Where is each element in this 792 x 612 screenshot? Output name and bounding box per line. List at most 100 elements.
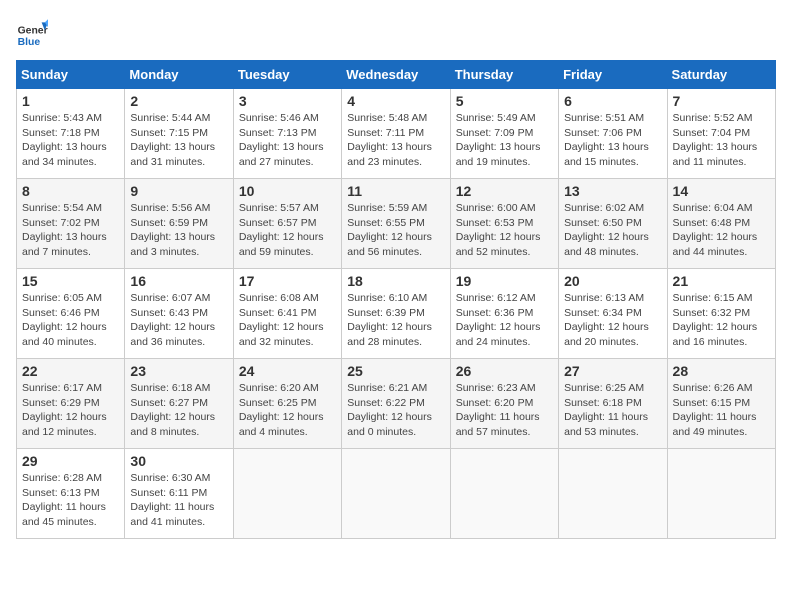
calendar-cell: 7 Sunrise: 5:52 AM Sunset: 7:04 PM Daylig… — [667, 89, 775, 179]
day-number: 24 — [239, 363, 336, 379]
calendar-cell: 17 Sunrise: 6:08 AM Sunset: 6:41 PM Dayli… — [233, 269, 341, 359]
col-header-sunday: Sunday — [17, 61, 125, 89]
day-info: Sunrise: 5:48 AM Sunset: 7:11 PM Dayligh… — [347, 111, 444, 170]
day-number: 15 — [22, 273, 119, 289]
day-info: Sunrise: 5:46 AM Sunset: 7:13 PM Dayligh… — [239, 111, 336, 170]
calendar-cell: 3 Sunrise: 5:46 AM Sunset: 7:13 PM Daylig… — [233, 89, 341, 179]
day-number: 20 — [564, 273, 661, 289]
calendar-cell: 29Sunrise: 6:28 AM Sunset: 6:13 PM Dayli… — [17, 449, 125, 539]
day-info: Sunrise: 6:00 AM Sunset: 6:53 PM Dayligh… — [456, 201, 553, 260]
day-info: Sunrise: 6:05 AM Sunset: 6:46 PM Dayligh… — [22, 291, 119, 350]
calendar-cell: 27 Sunrise: 6:25 AM Sunset: 6:18 PM Dayli… — [559, 359, 667, 449]
calendar-cell: 23 Sunrise: 6:18 AM Sunset: 6:27 PM Dayli… — [125, 359, 233, 449]
calendar-cell: 26 Sunrise: 6:23 AM Sunset: 6:20 PM Dayli… — [450, 359, 558, 449]
day-number: 7 — [673, 93, 770, 109]
day-info: Sunrise: 6:13 AM Sunset: 6:34 PM Dayligh… — [564, 291, 661, 350]
day-info: Sunrise: 5:49 AM Sunset: 7:09 PM Dayligh… — [456, 111, 553, 170]
col-header-tuesday: Tuesday — [233, 61, 341, 89]
calendar-cell: 5 Sunrise: 5:49 AM Sunset: 7:09 PM Daylig… — [450, 89, 558, 179]
day-number: 5 — [456, 93, 553, 109]
week-row-3: 15 Sunrise: 6:05 AM Sunset: 6:46 PM Dayli… — [17, 269, 776, 359]
day-info: Sunrise: 6:02 AM Sunset: 6:50 PM Dayligh… — [564, 201, 661, 260]
col-header-saturday: Saturday — [667, 61, 775, 89]
day-number: 16 — [130, 273, 227, 289]
day-number: 14 — [673, 183, 770, 199]
calendar-cell: 11 Sunrise: 5:59 AM Sunset: 6:55 PM Dayli… — [342, 179, 450, 269]
day-number: 30 — [130, 453, 227, 469]
week-row-4: 22 Sunrise: 6:17 AM Sunset: 6:29 PM Dayli… — [17, 359, 776, 449]
calendar-cell — [342, 449, 450, 539]
day-number: 18 — [347, 273, 444, 289]
col-header-wednesday: Wednesday — [342, 61, 450, 89]
day-info: Sunrise: 6:20 AM Sunset: 6:25 PM Dayligh… — [239, 381, 336, 440]
calendar-cell: 2 Sunrise: 5:44 AM Sunset: 7:15 PM Daylig… — [125, 89, 233, 179]
logo-icon: General Blue — [16, 16, 48, 48]
day-info: Sunrise: 6:28 AM Sunset: 6:13 PM Dayligh… — [22, 471, 119, 530]
calendar-cell: 28Sunrise: 6:26 AM Sunset: 6:15 PM Dayli… — [667, 359, 775, 449]
day-info: Sunrise: 5:43 AM Sunset: 7:18 PM Dayligh… — [22, 111, 119, 170]
week-row-2: 8 Sunrise: 5:54 AM Sunset: 7:02 PM Daylig… — [17, 179, 776, 269]
day-number: 23 — [130, 363, 227, 379]
day-info: Sunrise: 6:08 AM Sunset: 6:41 PM Dayligh… — [239, 291, 336, 350]
header-row: SundayMondayTuesdayWednesdayThursdayFrid… — [17, 61, 776, 89]
calendar-cell: 30 Sunrise: 6:30 AM Sunset: 6:11 PM Dayli… — [125, 449, 233, 539]
calendar-cell: 4 Sunrise: 5:48 AM Sunset: 7:11 PM Daylig… — [342, 89, 450, 179]
calendar-table: SundayMondayTuesdayWednesdayThursdayFrid… — [16, 60, 776, 539]
calendar-cell: 12Sunrise: 6:00 AM Sunset: 6:53 PM Dayli… — [450, 179, 558, 269]
day-number: 21 — [673, 273, 770, 289]
calendar-cell: 8 Sunrise: 5:54 AM Sunset: 7:02 PM Daylig… — [17, 179, 125, 269]
calendar-cell: 25Sunrise: 6:21 AM Sunset: 6:22 PM Dayli… — [342, 359, 450, 449]
day-info: Sunrise: 5:44 AM Sunset: 7:15 PM Dayligh… — [130, 111, 227, 170]
day-info: Sunrise: 6:15 AM Sunset: 6:32 PM Dayligh… — [673, 291, 770, 350]
day-info: Sunrise: 5:57 AM Sunset: 6:57 PM Dayligh… — [239, 201, 336, 260]
day-number: 1 — [22, 93, 119, 109]
day-number: 8 — [22, 183, 119, 199]
calendar-cell: 13 Sunrise: 6:02 AM Sunset: 6:50 PM Dayli… — [559, 179, 667, 269]
day-number: 10 — [239, 183, 336, 199]
day-number: 2 — [130, 93, 227, 109]
day-number: 3 — [239, 93, 336, 109]
calendar-cell: 10 Sunrise: 5:57 AM Sunset: 6:57 PM Dayli… — [233, 179, 341, 269]
day-info: Sunrise: 6:04 AM Sunset: 6:48 PM Dayligh… — [673, 201, 770, 260]
day-number: 9 — [130, 183, 227, 199]
col-header-monday: Monday — [125, 61, 233, 89]
calendar-cell: 9 Sunrise: 5:56 AM Sunset: 6:59 PM Daylig… — [125, 179, 233, 269]
day-number: 17 — [239, 273, 336, 289]
week-row-1: 1 Sunrise: 5:43 AM Sunset: 7:18 PM Daylig… — [17, 89, 776, 179]
day-number: 11 — [347, 183, 444, 199]
week-row-5: 29Sunrise: 6:28 AM Sunset: 6:13 PM Dayli… — [17, 449, 776, 539]
day-number: 4 — [347, 93, 444, 109]
day-info: Sunrise: 5:59 AM Sunset: 6:55 PM Dayligh… — [347, 201, 444, 260]
svg-text:General: General — [18, 26, 48, 37]
day-info: Sunrise: 6:18 AM Sunset: 6:27 PM Dayligh… — [130, 381, 227, 440]
day-info: Sunrise: 5:54 AM Sunset: 7:02 PM Dayligh… — [22, 201, 119, 260]
calendar-cell — [450, 449, 558, 539]
calendar-cell: 15 Sunrise: 6:05 AM Sunset: 6:46 PM Dayli… — [17, 269, 125, 359]
day-info: Sunrise: 6:26 AM Sunset: 6:15 PM Dayligh… — [673, 381, 770, 440]
calendar-cell: 6 Sunrise: 5:51 AM Sunset: 7:06 PM Daylig… — [559, 89, 667, 179]
day-number: 6 — [564, 93, 661, 109]
day-info: Sunrise: 6:07 AM Sunset: 6:43 PM Dayligh… — [130, 291, 227, 350]
calendar-cell: 19Sunrise: 6:12 AM Sunset: 6:36 PM Dayli… — [450, 269, 558, 359]
calendar-cell: 22 Sunrise: 6:17 AM Sunset: 6:29 PM Dayli… — [17, 359, 125, 449]
calendar-cell: 1 Sunrise: 5:43 AM Sunset: 7:18 PM Daylig… — [17, 89, 125, 179]
svg-text:Blue: Blue — [18, 37, 41, 48]
page-header: General Blue — [16, 16, 776, 48]
calendar-cell: 16 Sunrise: 6:07 AM Sunset: 6:43 PM Dayli… — [125, 269, 233, 359]
day-info: Sunrise: 5:52 AM Sunset: 7:04 PM Dayligh… — [673, 111, 770, 170]
day-number: 13 — [564, 183, 661, 199]
day-number: 25 — [347, 363, 444, 379]
logo: General Blue — [16, 16, 48, 48]
day-info: Sunrise: 5:51 AM Sunset: 7:06 PM Dayligh… — [564, 111, 661, 170]
day-info: Sunrise: 6:30 AM Sunset: 6:11 PM Dayligh… — [130, 471, 227, 530]
day-info: Sunrise: 6:12 AM Sunset: 6:36 PM Dayligh… — [456, 291, 553, 350]
day-info: Sunrise: 6:25 AM Sunset: 6:18 PM Dayligh… — [564, 381, 661, 440]
day-info: Sunrise: 6:23 AM Sunset: 6:20 PM Dayligh… — [456, 381, 553, 440]
calendar-cell: 24 Sunrise: 6:20 AM Sunset: 6:25 PM Dayli… — [233, 359, 341, 449]
day-info: Sunrise: 5:56 AM Sunset: 6:59 PM Dayligh… — [130, 201, 227, 260]
day-number: 26 — [456, 363, 553, 379]
calendar-cell — [233, 449, 341, 539]
day-number: 22 — [22, 363, 119, 379]
day-number: 27 — [564, 363, 661, 379]
day-info: Sunrise: 6:17 AM Sunset: 6:29 PM Dayligh… — [22, 381, 119, 440]
